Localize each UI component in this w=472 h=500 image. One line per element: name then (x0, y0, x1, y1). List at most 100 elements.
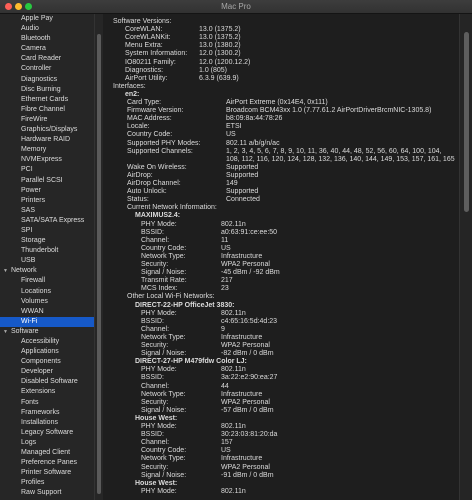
sidebar-item-label: FireWire (21, 115, 48, 123)
info-key: Country Code: (141, 447, 187, 455)
info-row: PHY Mode: 802.11n (103, 423, 458, 431)
sidebar-item[interactable]: Wi-Fi (0, 316, 94, 327)
detail-scroll-thumb[interactable] (464, 32, 469, 212)
sidebar-item[interactable]: PCI (0, 165, 94, 175)
sidebar-item[interactable]: Thunderbolt (0, 246, 94, 256)
info-key: CoreWLANKit: (125, 34, 171, 42)
sidebar-item[interactable]: Developer (0, 367, 94, 377)
info-value: AirPort Extreme (0x14E4, 0x111) (226, 99, 328, 106)
sidebar-item-label: SATA/SATA Express (21, 216, 85, 224)
sidebar-item[interactable]: Logs (0, 438, 94, 448)
sidebar-item[interactable]: SPI (0, 226, 94, 236)
sidebar-item[interactable]: Apple Pay (0, 14, 94, 24)
detail-scrollbar[interactable] (459, 14, 472, 500)
sidebar-item[interactable]: Graphics/Displays (0, 125, 94, 135)
sidebar-item-label: WWAN (21, 307, 44, 315)
info-value: 11 (221, 236, 229, 244)
info-row: CoreWLAN: 13.0 (1375.2) (103, 26, 458, 34)
sidebar-item[interactable]: Hardware RAID (0, 135, 94, 145)
info-value: 1, 2, 3, 4, 5, 6, 7, 8, 9, 10, 11, 36, 4… (226, 147, 442, 155)
info-value: Supported (226, 171, 259, 179)
info-value: Infrastructure (221, 390, 263, 398)
sidebar-item-label: USB (21, 257, 36, 265)
info-key: Card Type: (127, 99, 162, 106)
sidebar-item[interactable]: SAS (0, 206, 94, 216)
sidebar-item[interactable]: Frameworks (0, 408, 94, 418)
sidebar-item[interactable]: Power (0, 186, 94, 196)
sidebar-item[interactable]: Memory (0, 145, 94, 155)
disclosure-triangle-icon[interactable]: ▼ (3, 329, 8, 335)
info-row: Network Type: Infrastructure (103, 455, 458, 463)
sidebar-item[interactable]: USB (0, 256, 94, 266)
info-value: 802.11n (221, 309, 246, 317)
info-row: Signal / Noise: -57 dBm / 0 dBm (103, 407, 458, 415)
window-title: Mac Pro (221, 2, 251, 11)
info-key: Channel: (141, 236, 170, 244)
info-value: 802.11n (221, 366, 246, 374)
info-value: a0:63:91:ce:ee:50 (221, 228, 278, 236)
info-value: 30:23:03:81:20:da (221, 431, 278, 439)
info-row: en2: (103, 91, 458, 99)
sidebar-scrollbar[interactable] (94, 14, 103, 500)
info-key: MCS Index: (141, 285, 178, 293)
info-key: Software Versions: (113, 18, 172, 25)
sidebar-item[interactable]: Printers (0, 196, 94, 206)
sidebar-item[interactable]: Storage (0, 236, 94, 246)
sidebar-item[interactable]: Bluetooth (0, 34, 94, 44)
info-key: PHY Mode: (141, 366, 177, 374)
info-key: Supported Channels: (127, 147, 193, 155)
sidebar-item[interactable]: Controller (0, 64, 94, 74)
sidebar-item[interactable]: Fibre Channel (0, 105, 94, 115)
sidebar-item[interactable]: Accessibility (0, 337, 94, 347)
info-row: DIRECT-22-HP OfficeJet 3830: (103, 302, 458, 310)
sidebar-item[interactable]: Profiles (0, 478, 94, 488)
sidebar[interactable]: Apple Pay Audio Bluetooth Camera Card Reader… (0, 14, 94, 500)
info-row: Country Code: US (103, 447, 458, 455)
sidebar-item[interactable]: Installations (0, 418, 94, 428)
sidebar-item[interactable]: Firewall (0, 276, 94, 286)
sidebar-item[interactable]: Audio (0, 24, 94, 34)
sidebar-item[interactable]: Extensions (0, 387, 94, 397)
info-key: Other Local Wi-Fi Networks: (127, 293, 215, 301)
info-key: Country Code: (141, 244, 187, 252)
sidebar-item[interactable]: Printer Software (0, 468, 94, 478)
info-key: Current Network Information: (127, 204, 217, 212)
sidebar-item[interactable]: Legacy Software (0, 428, 94, 438)
info-row: CoreWLANKit: 13.0 (1375.2) (103, 34, 458, 42)
sidebar-section[interactable]: ▼ Network (0, 266, 94, 276)
sidebar-item[interactable]: Locations (0, 287, 94, 297)
sidebar-item[interactable]: Raw Support (0, 488, 94, 498)
sidebar-item[interactable]: Parallel SCSI (0, 176, 94, 186)
info-key: PHY Mode: (141, 220, 177, 228)
sidebar-item[interactable]: SATA/SATA Express (0, 216, 94, 226)
sidebar-section[interactable]: ▼ Software (0, 327, 94, 337)
sidebar-item[interactable]: Camera (0, 44, 94, 54)
info-key: House West: (135, 414, 178, 422)
sidebar-item[interactable]: WWAN (0, 307, 94, 317)
sidebar-item-label: Power (21, 186, 41, 194)
sidebar-scroll-thumb[interactable] (97, 34, 101, 494)
sidebar-item[interactable]: Preference Panes (0, 458, 94, 468)
sidebar-item-label: Card Reader (21, 55, 62, 63)
info-value: 149 (226, 180, 238, 187)
sidebar-item[interactable]: NVMExpress (0, 155, 94, 165)
sidebar-item[interactable]: Components (0, 357, 94, 367)
sidebar-item[interactable]: Card Reader (0, 54, 94, 64)
sidebar-item[interactable]: FireWire (0, 115, 94, 125)
sidebar-item[interactable]: Diagnostics (0, 75, 94, 85)
info-value: Supported (226, 188, 259, 196)
sidebar-item[interactable]: Managed Client (0, 448, 94, 458)
info-row: MAC Address: b8:09:8a:44:78:26 (103, 115, 458, 123)
sidebar-item[interactable]: Fonts (0, 398, 94, 408)
sidebar-item[interactable]: Ethernet Cards (0, 95, 94, 105)
sidebar-item[interactable]: Disabled Software (0, 377, 94, 387)
info-value: c4:65:16:5d:4d:23 (221, 317, 278, 325)
disclosure-triangle-icon[interactable]: ▼ (3, 268, 8, 274)
sidebar-item[interactable]: Disc Burning (0, 85, 94, 95)
sidebar-item[interactable]: Volumes (0, 297, 94, 307)
sidebar-item-label: Extensions (21, 388, 56, 396)
sidebar-item[interactable]: Applications (0, 347, 94, 357)
sidebar-item-label: Frameworks (21, 408, 60, 416)
info-value: 3a:22:e2:90:ea:27 (221, 374, 278, 382)
info-value: WPA2 Personal (221, 398, 270, 406)
